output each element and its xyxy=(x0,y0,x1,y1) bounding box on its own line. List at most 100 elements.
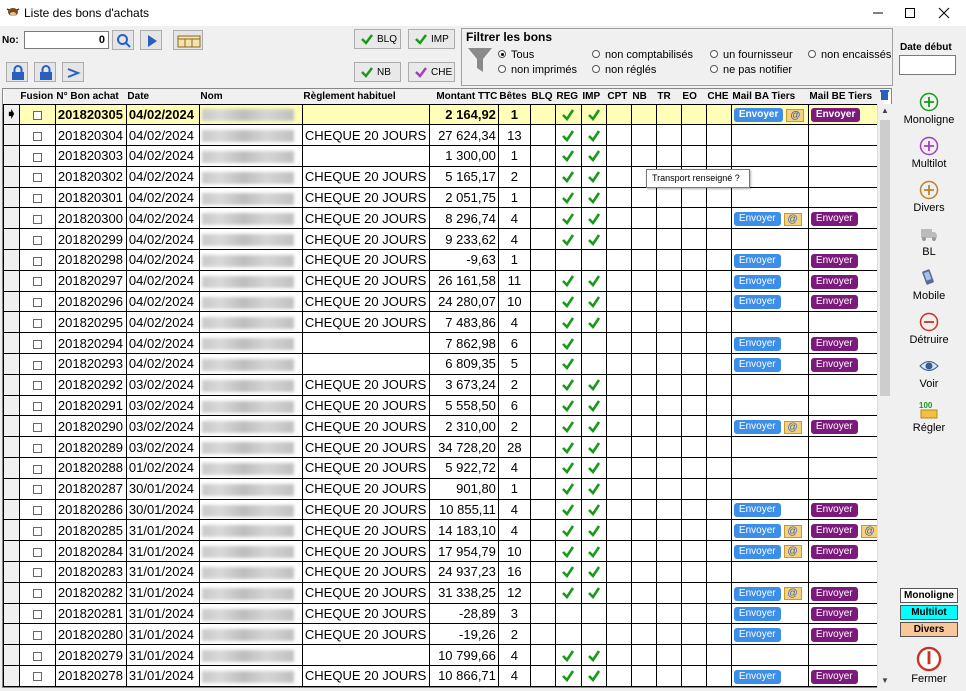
envoyer-button[interactable]: Envoyer xyxy=(810,108,861,123)
fusion-cell[interactable] xyxy=(18,477,56,500)
lock-button-1[interactable] xyxy=(6,62,28,82)
fusion-cell[interactable] xyxy=(18,290,56,313)
voir-button[interactable]: Voir xyxy=(902,354,956,394)
mail-icon[interactable]: @ xyxy=(783,420,802,434)
header-eo[interactable]: EO xyxy=(681,89,707,104)
calendar-button[interactable] xyxy=(173,30,203,50)
envoyer-button[interactable]: Envoyer xyxy=(733,524,781,539)
scroll-thumb[interactable] xyxy=(880,120,890,396)
fusion-checkbox[interactable] xyxy=(32,152,42,162)
fusion-checkbox[interactable] xyxy=(32,381,42,391)
fusion-cell[interactable] xyxy=(18,228,56,251)
filter-radio-un-fournisseur[interactable]: un fournisseur xyxy=(710,49,793,61)
date-debut-input[interactable] xyxy=(899,55,956,75)
header-nom[interactable]: Nom xyxy=(199,89,303,104)
table-row[interactable]: 201820303 04/02/2024 1 300,00 1 xyxy=(3,145,885,167)
table-row[interactable]: 201820291 03/02/2024 CHEQUE 20 JOURS 5 558,… xyxy=(3,394,885,417)
fusion-checkbox[interactable] xyxy=(32,214,42,224)
fusion-cell[interactable] xyxy=(18,394,56,417)
fermer-button[interactable]: Fermer xyxy=(902,645,956,689)
table-row[interactable]: 201820278 31/01/2024 CHEQUE 20 JOURS 10 866… xyxy=(3,665,885,687)
fusion-checkbox[interactable] xyxy=(32,464,42,474)
fusion-cell[interactable] xyxy=(18,186,56,209)
fusion-checkbox[interactable] xyxy=(32,110,42,120)
fusion-checkbox[interactable] xyxy=(32,422,42,432)
mail-icon[interactable]: @ xyxy=(860,524,879,538)
envoyer-button[interactable]: Envoyer xyxy=(733,274,781,289)
header-date[interactable]: Date xyxy=(126,89,200,104)
header-reglement[interactable]: Règlement habituel xyxy=(302,89,430,104)
table-row[interactable]: ➧ 201820305 04/02/2024 2 164,92 1 Envoyer @ Env… xyxy=(3,103,885,126)
envoyer-button[interactable]: Envoyer xyxy=(810,544,858,559)
fusion-checkbox[interactable] xyxy=(32,131,42,141)
no-input[interactable]: 0 xyxy=(24,31,109,49)
fusion-checkbox[interactable] xyxy=(32,402,42,412)
mail-icon[interactable]: @ xyxy=(783,587,802,600)
fusion-checkbox[interactable] xyxy=(32,298,42,308)
envoyer-button[interactable]: Envoyer xyxy=(810,420,858,435)
mail-icon[interactable]: @ xyxy=(783,545,802,559)
minimize-button[interactable] xyxy=(862,0,894,26)
imp-toggle[interactable]: IMP xyxy=(408,29,455,49)
table-row[interactable]: 201820282 31/01/2024 CHEQUE 20 JOURS 31 338… xyxy=(3,581,885,604)
envoyer-button[interactable]: Envoyer xyxy=(810,357,858,372)
regler-button[interactable]: 100 Régler xyxy=(902,398,956,438)
monoligne-button[interactable]: Monoligne xyxy=(902,90,956,130)
mobile-button[interactable]: Mobile xyxy=(902,266,956,306)
table-row[interactable]: 201820294 04/02/2024 7 862,98 6 Envoyer Envoy… xyxy=(3,332,885,355)
table-row[interactable]: 201820300 04/02/2024 CHEQUE 20 JOURS 8 296,… xyxy=(3,207,885,230)
close-button[interactable] xyxy=(928,0,960,26)
header-betes[interactable]: Bêtes xyxy=(498,89,531,104)
header-fusion[interactable]: Fusion xyxy=(19,89,56,104)
mail-icon[interactable]: @ xyxy=(783,524,802,538)
envoyer-button[interactable]: Envoyer xyxy=(810,628,858,643)
fusion-cell[interactable] xyxy=(18,561,56,583)
table-row[interactable]: 201820289 03/02/2024 CHEQUE 20 JOURS 34 728… xyxy=(3,436,885,459)
fusion-checkbox[interactable] xyxy=(32,526,42,536)
envoyer-button[interactable]: Envoyer xyxy=(810,253,858,268)
bl-button[interactable]: BL xyxy=(902,222,956,262)
fusion-cell[interactable] xyxy=(18,519,56,542)
fusion-checkbox[interactable] xyxy=(32,589,42,599)
envoyer-button[interactable]: Envoyer xyxy=(810,669,858,684)
filter-radio-non-encaisses[interactable]: non encaissés xyxy=(808,49,891,61)
fusion-cell[interactable] xyxy=(18,249,56,271)
table-row[interactable]: 201820286 30/01/2024 CHEQUE 20 JOURS 10 855… xyxy=(3,498,885,521)
maximize-button[interactable] xyxy=(894,0,926,26)
header-tr[interactable]: TR xyxy=(656,89,682,104)
header-montant[interactable]: Montant TTC xyxy=(429,89,499,104)
scroll-up-icon[interactable]: ▲ xyxy=(881,106,889,115)
fusion-checkbox[interactable] xyxy=(32,651,42,661)
detruire-button[interactable]: Détruire xyxy=(902,310,956,350)
filter-radio-tous[interactable]: Tous xyxy=(498,49,534,61)
fusion-checkbox[interactable] xyxy=(32,194,42,204)
lock-button-2[interactable] xyxy=(34,62,56,82)
table-row[interactable]: 201820296 04/02/2024 CHEQUE 20 JOURS 24 280… xyxy=(3,290,885,313)
table-row[interactable]: 201820283 31/01/2024 CHEQUE 20 JOURS 24 937… xyxy=(3,561,885,583)
fusion-cell[interactable] xyxy=(18,581,56,604)
fusion-checkbox[interactable] xyxy=(32,235,42,245)
fusion-cell[interactable] xyxy=(18,457,56,479)
fusion-checkbox[interactable] xyxy=(32,610,42,620)
fusion-cell[interactable] xyxy=(18,436,56,459)
envoyer-button[interactable]: Envoyer xyxy=(733,503,781,518)
header-reg[interactable]: REG xyxy=(555,89,582,104)
header-num-bon[interactable]: N° Bon achat xyxy=(55,89,127,104)
fusion-cell[interactable] xyxy=(18,353,56,375)
envoyer-button[interactable]: Envoyer xyxy=(810,503,858,518)
filter-radio-non-imprimes[interactable]: non imprimés xyxy=(498,64,577,76)
envoyer-button[interactable]: Envoyer xyxy=(733,336,781,351)
filter-radio-ne-pas-notifier[interactable]: ne pas notifier xyxy=(710,64,792,76)
search-button[interactable] xyxy=(112,30,134,50)
header-mail-be[interactable]: Mail BE Tiers xyxy=(808,89,885,104)
fusion-checkbox[interactable] xyxy=(32,485,42,495)
fusion-cell[interactable] xyxy=(18,644,56,667)
fusion-checkbox[interactable] xyxy=(32,318,42,328)
fusion-checkbox[interactable] xyxy=(32,339,42,349)
envoyer-button[interactable]: Envoyer xyxy=(733,420,781,435)
fusion-cell[interactable] xyxy=(18,665,56,687)
header-cpt[interactable]: CPT xyxy=(606,89,632,104)
envoyer-button[interactable]: Envoyer xyxy=(733,357,781,372)
fusion-cell[interactable] xyxy=(18,103,56,126)
fusion-cell[interactable] xyxy=(18,540,56,563)
